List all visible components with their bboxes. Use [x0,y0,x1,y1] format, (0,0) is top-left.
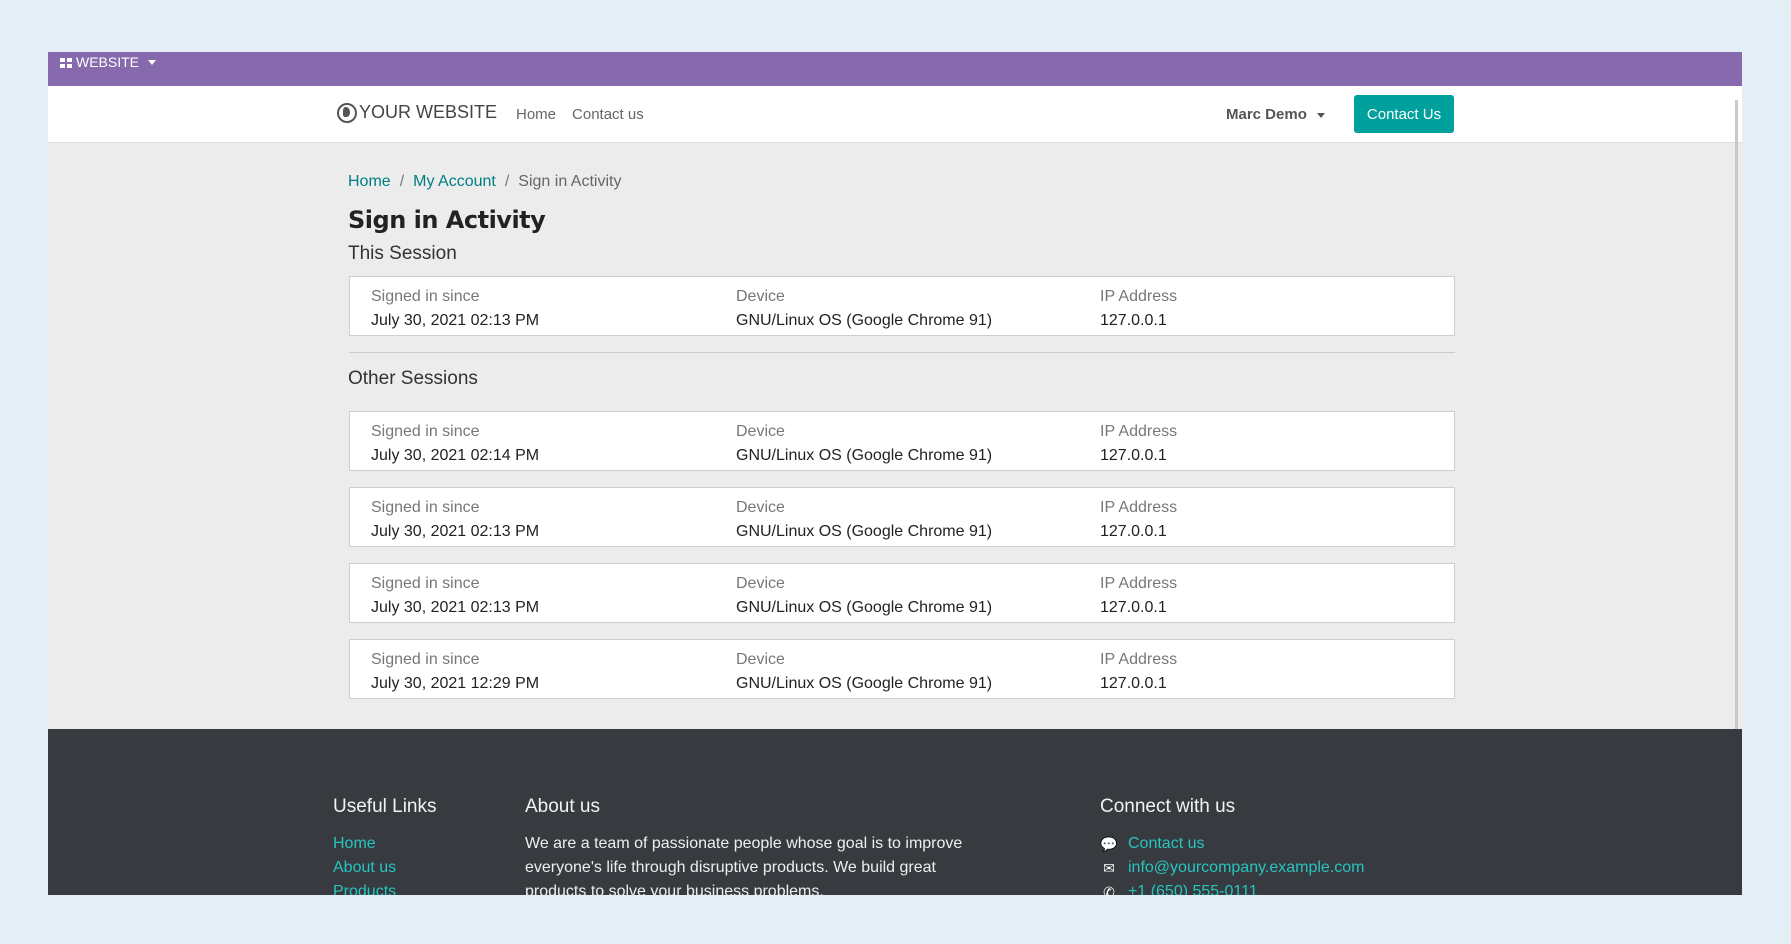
footer-link-about[interactable]: About us [333,856,396,880]
signed-in-col: Signed in since July 30, 2021 02:13 PM [371,496,539,544]
ip-label: IP Address [1100,651,1178,668]
chat-bubble-icon: 💬 [1100,836,1118,852]
site-navbar: YOUR WEBSITE Home Contact us Marc Demo C… [48,86,1742,143]
ip-label: IP Address [1100,423,1178,440]
ip-label: IP Address [1100,288,1178,305]
device-col: Device GNU/Linux OS (Google Chrome 91) [736,496,992,544]
useful-links-heading: Useful Links [333,796,437,817]
apps-menu-label: WEBSITE [76,54,140,70]
useful-links-list: Home About us Products [333,832,396,895]
signed-in-label: Signed in since [371,423,480,440]
device-value: GNU/Linux OS (Google Chrome 91) [736,523,993,540]
breadcrumb-separator: / [504,173,510,190]
device-value: GNU/Linux OS (Google Chrome 91) [736,312,993,329]
signed-in-col: Signed in since July 30, 2021 02:13 PM [371,285,539,333]
about-heading: About us [525,796,600,817]
session-card-current: Signed in since July 30, 2021 02:13 PM D… [349,276,1455,336]
user-name: Marc Demo [1226,106,1307,123]
breadcrumb-separator: / [399,173,405,190]
device-col: Device GNU/Linux OS (Google Chrome 91) [736,285,992,333]
connect-email-label: info@yourcompany.example.com [1128,859,1365,876]
globe-icon [337,102,357,123]
device-label: Device [736,651,785,668]
about-text: We are a team of passionate people whose… [525,835,963,895]
admin-bar: WEBSITE [48,52,1742,86]
signed-in-value: July 30, 2021 02:13 PM [371,599,540,616]
device-col: Device GNU/Linux OS (Google Chrome 91) [736,648,992,696]
signed-in-label: Signed in since [371,651,480,668]
site-logo[interactable]: YOUR WEBSITE [337,102,497,123]
site-footer: Useful Links Home About us Products Abou… [48,729,1742,895]
chevron-down-icon [148,59,157,65]
session-card: Signed in since July 30, 2021 02:13 PM D… [349,487,1455,547]
nav-links: Home Contact us [516,106,644,123]
device-value: GNU/Linux OS (Google Chrome 91) [736,599,993,616]
device-label: Device [736,575,785,592]
browser-viewport: WEBSITE YOUR WEBSITE Home Contact us Mar… [48,52,1742,895]
device-label: Device [736,288,785,305]
session-card: Signed in since July 30, 2021 02:13 PM D… [349,563,1455,623]
nav-link-contact[interactable]: Contact us [572,106,644,123]
ip-col: IP Address 127.0.0.1 [1100,572,1177,620]
ip-value: 127.0.0.1 [1100,523,1167,540]
breadcrumb: Home / My Account / Sign in Activity [348,173,621,191]
session-card: Signed in since July 30, 2021 02:14 PM D… [349,411,1455,471]
ip-col: IP Address 127.0.0.1 [1100,420,1177,468]
ip-col: IP Address 127.0.0.1 [1100,285,1177,333]
screenshot-frame: WEBSITE YOUR WEBSITE Home Contact us Mar… [2,2,1787,940]
device-value: GNU/Linux OS (Google Chrome 91) [736,675,993,692]
connect-phone[interactable]: ✆ +1 (650) 555-0111 [1100,880,1365,895]
connect-phone-label: +1 (650) 555-0111 [1128,883,1258,895]
device-label: Device [736,499,785,516]
ip-value: 127.0.0.1 [1100,312,1167,329]
signed-in-col: Signed in since July 30, 2021 12:29 PM [371,648,539,696]
connect-email[interactable]: ✉ info@yourcompany.example.com [1100,856,1365,880]
signed-in-label: Signed in since [371,499,480,516]
footer-link-home[interactable]: Home [333,832,396,856]
signed-in-col: Signed in since July 30, 2021 02:13 PM [371,572,539,620]
signed-in-value: July 30, 2021 02:14 PM [371,447,540,464]
device-col: Device GNU/Linux OS (Google Chrome 91) [736,420,992,468]
signed-in-value: July 30, 2021 12:29 PM [371,675,540,692]
signed-in-value: July 30, 2021 02:13 PM [371,523,540,540]
connect-list: 💬 Contact us ✉ info@yourcompany.example.… [1100,832,1365,895]
ip-col: IP Address 127.0.0.1 [1100,648,1177,696]
ip-label: IP Address [1100,575,1178,592]
signed-in-label: Signed in since [371,288,480,305]
ip-value: 127.0.0.1 [1100,599,1167,616]
signed-in-label: Signed in since [371,575,480,592]
breadcrumb-home[interactable]: Home [348,173,391,191]
session-card: Signed in since July 30, 2021 12:29 PM D… [349,639,1455,699]
section-divider [349,352,1455,353]
breadcrumb-my-account[interactable]: My Account [413,173,496,191]
scrollbar[interactable] [1735,100,1738,755]
website-apps-menu[interactable]: WEBSITE [60,54,157,70]
connect-contact-label: Contact us [1128,835,1205,852]
connect-heading: Connect with us [1100,796,1236,817]
signed-in-col: Signed in since July 30, 2021 02:14 PM [371,420,539,468]
ip-label: IP Address [1100,499,1178,516]
ip-col: IP Address 127.0.0.1 [1100,496,1177,544]
phone-icon: ✆ [1103,884,1115,895]
user-menu[interactable]: Marc Demo [1226,106,1326,123]
footer-link-products[interactable]: Products [333,880,396,895]
ip-value: 127.0.0.1 [1100,675,1167,692]
chevron-down-icon [1317,112,1326,118]
device-value: GNU/Linux OS (Google Chrome 91) [736,447,993,464]
nav-link-home[interactable]: Home [516,106,556,123]
this-session-heading: This Session [348,243,457,264]
signed-in-value: July 30, 2021 02:13 PM [371,312,540,329]
other-sessions-heading: Other Sessions [348,368,478,389]
brand-name: YOUR WEBSITE [359,102,498,122]
ip-value: 127.0.0.1 [1100,447,1167,464]
envelope-icon: ✉ [1103,860,1115,876]
page-title: Sign in Activity [348,206,546,234]
breadcrumb-current: Sign in Activity [518,173,622,190]
apps-grid-icon [60,57,73,69]
contact-us-button[interactable]: Contact Us [1354,95,1454,133]
connect-contact[interactable]: 💬 Contact us [1100,832,1365,856]
device-label: Device [736,423,785,440]
device-col: Device GNU/Linux OS (Google Chrome 91) [736,572,992,620]
